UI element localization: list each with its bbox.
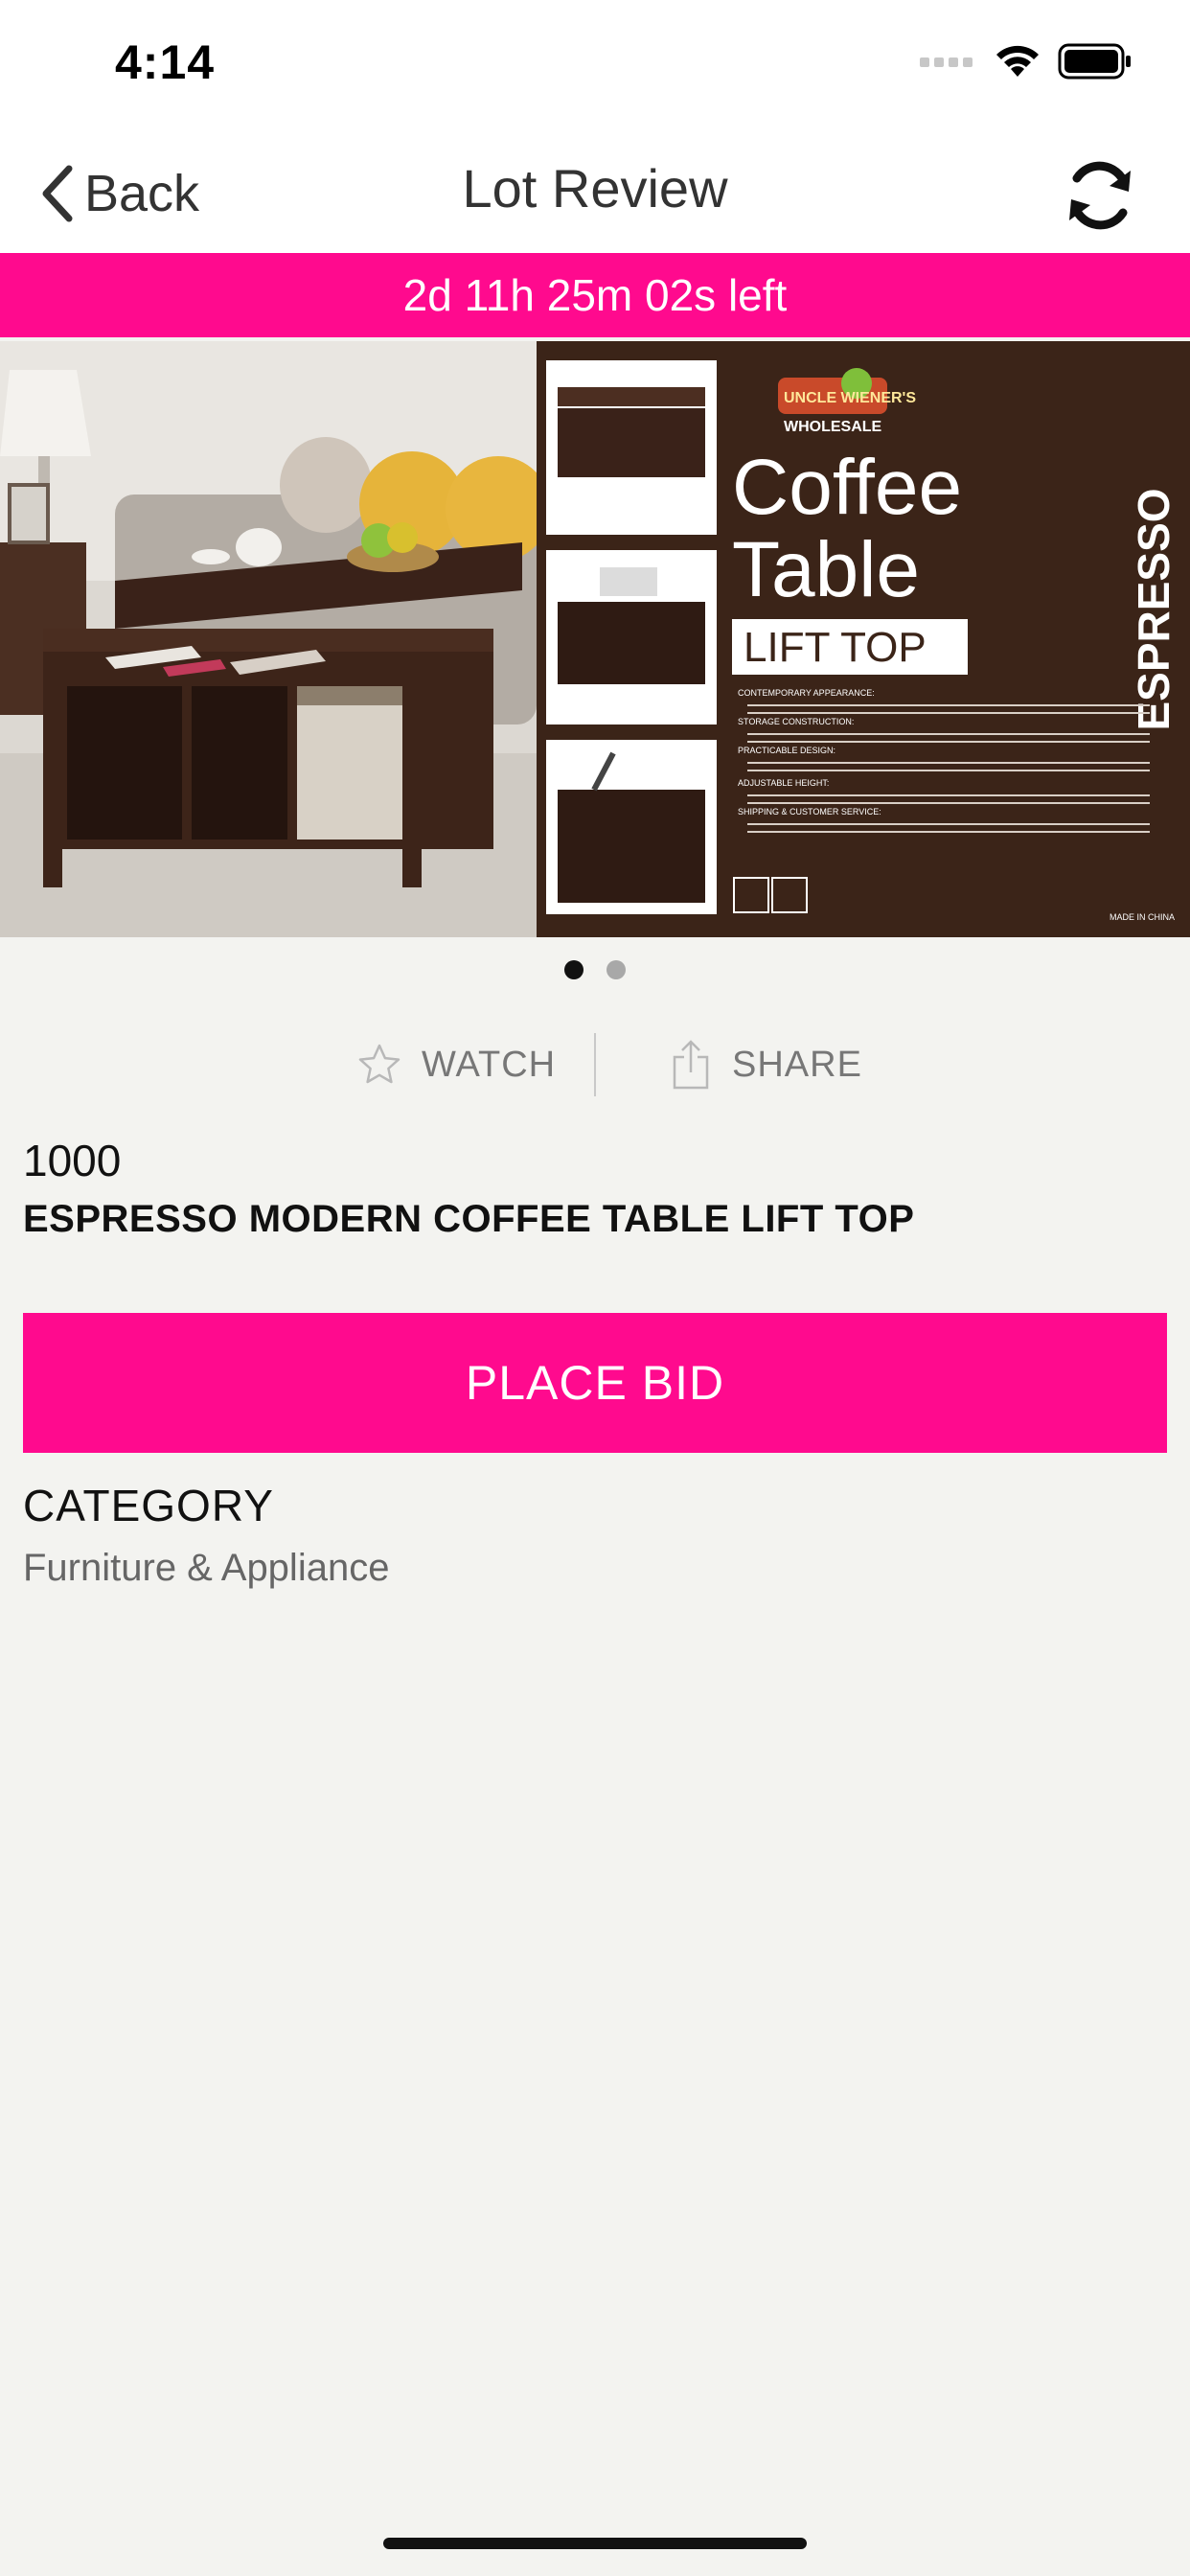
banner-side-label: ESPRESSO [1129,488,1179,730]
banner-headline-1: Coffee [732,444,962,531]
action-divider [594,1033,596,1096]
share-label: SHARE [732,1044,862,1085]
countdown-timer: 2d 11h 25m 02s left [0,253,1190,337]
product-image: UNCLE WIENER'S WHOLESALE Coffee Table LI… [0,341,1190,937]
nav-bar: Back Lot Review [0,134,1190,253]
watch-label: WATCH [422,1044,557,1085]
banner-bullet: PRACTICABLE DESIGN: [738,746,835,755]
banner-headline-3: LIFT TOP [744,624,927,671]
page-title: Lot Review [462,158,728,218]
status-bar: 4:14 [0,0,1190,134]
action-row: WATCH SHARE [0,1033,1190,1096]
status-time: 4:14 [115,35,216,89]
star-icon [358,1044,400,1084]
lot-number: 1000 [23,1136,122,1185]
banner-brand: UNCLE WIENER'S [784,390,916,406]
pager-dot[interactable] [606,960,626,979]
product-image-carousel[interactable]: UNCLE WIENER'S WHOLESALE Coffee Table LI… [0,341,1190,937]
home-indicator [383,2538,807,2549]
pager-dot-active[interactable] [564,960,584,979]
banner-bullet: CONTEMPORARY APPEARANCE: [738,688,875,698]
banner-bullet: ADJUSTABLE HEIGHT: [738,778,829,788]
battery-icon [1058,43,1131,80]
banner-headline-2: Table [732,526,920,613]
banner-bullet: SHIPPING & CUSTOMER SERVICE: [738,807,881,816]
lot-title: ESPRESSO MODERN COFFEE TABLE LIFT TOP [23,1198,915,1240]
share-icon [673,1040,709,1090]
share-button[interactable]: SHARE [671,1033,862,1096]
refresh-button[interactable] [1060,155,1140,236]
watch-button[interactable]: WATCH [356,1033,556,1096]
cellular-signal-icon [920,58,973,67]
category-value: Furniture & Appliance [23,1547,390,1589]
place-bid-button[interactable]: PLACE BID [23,1313,1167,1453]
carousel-pager [0,960,1190,983]
banner-made-in: MADE IN CHINA [1110,912,1175,922]
wifi-icon [996,45,1039,77]
banner-brand-sub: WHOLESALE [784,419,882,435]
category-heading: CATEGORY [23,1481,274,1530]
banner-bullet: STORAGE CONSTRUCTION: [738,717,854,726]
refresh-icon [1069,161,1131,230]
status-icons [920,42,1133,80]
